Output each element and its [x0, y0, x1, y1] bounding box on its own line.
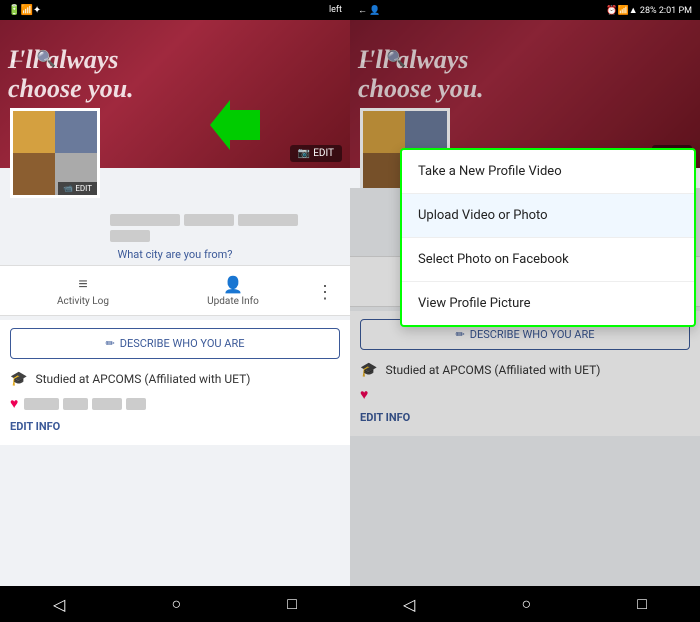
cover-nav-right: ← 🔍 [358, 48, 406, 69]
status-bar-right: ← 👤 ⏰📶▲ 28% 2:01 PM [350, 0, 700, 20]
heart-icon-left: ♥ [10, 395, 18, 412]
describe-label-right: DESCRIBE WHO YOU ARE [470, 328, 595, 341]
describe-btn-left[interactable]: ✏ DESCRIBE WHO YOU ARE [10, 328, 340, 359]
video-icon-left: 📹 [63, 184, 73, 193]
nav-bar-left: ◁ ○ □ [0, 586, 350, 622]
update-info-btn-left[interactable]: 👤 Update Info [158, 271, 308, 311]
update-info-label-left: Update Info [207, 296, 259, 307]
pencil-icon-right: ✏ [456, 328, 465, 341]
name-block-2 [184, 214, 234, 226]
profile-video-dropdown: Take a New Profile Video Upload Video or… [400, 148, 696, 327]
status-bar-right-icons: left [329, 5, 342, 15]
profile-photo-left[interactable]: 📹 EDIT [10, 108, 100, 198]
heart-row-right: ♥ [360, 382, 690, 407]
hb-2 [63, 398, 88, 410]
dropdown-item-0[interactable]: Take a New Profile Video [402, 150, 694, 194]
cover-edit-button-left[interactable]: 📷 EDIT [290, 145, 342, 162]
info-section-left: ✏ DESCRIBE WHO YOU ARE 🎓 Studied at APCO… [0, 320, 350, 445]
school-icon-left: 🎓 [10, 371, 27, 387]
photo-cell-r1 [363, 111, 405, 153]
back-icon-right[interactable]: ← [358, 48, 376, 69]
status-bar-left: 🔋📶✦ left [0, 0, 350, 20]
back-nav-right[interactable]: ◁ [383, 591, 435, 618]
hb-3 [92, 398, 122, 410]
square-nav-right[interactable]: □ [617, 590, 667, 618]
back-icon-left[interactable]: ← [8, 48, 26, 69]
cover-area-left: ← 🔍 I'll alwayschoose you. 📷 EDIT [0, 20, 350, 188]
user-name-area-left [0, 206, 350, 244]
home-nav-right[interactable]: ○ [501, 590, 551, 618]
name-block-4 [110, 230, 150, 242]
android-icons-right: ← 👤 [358, 5, 380, 16]
cover-nav-left: ← 🔍 [8, 48, 56, 69]
studied-text-left: Studied at APCOMS (Affiliated with UET) [35, 372, 250, 386]
hb-1 [24, 398, 59, 410]
cover-edit-label-left: EDIT [313, 148, 334, 159]
status-bar-left-icons: 🔋📶✦ [8, 5, 41, 16]
edit-info-link-right[interactable]: EDIT INFO [360, 407, 690, 428]
dropdown-item-2[interactable]: Select Photo on Facebook [402, 238, 694, 282]
back-nav-left[interactable]: ◁ [33, 591, 85, 618]
dropdown-item-1[interactable]: Upload Video or Photo [402, 194, 694, 238]
camera-icon-left: 📷 [298, 148, 310, 159]
nav-bar-right: ◁ ○ □ [350, 586, 700, 622]
activity-log-btn-left[interactable]: ≡ Activity Log [8, 270, 158, 311]
profile-edit-button-left[interactable]: 📹 EDIT [58, 182, 97, 195]
name-block-1 [110, 214, 180, 226]
status-icons-right-left: ← 👤 [358, 5, 380, 16]
left-panel: 🔋📶✦ left ← 🔍 I'll alwayschoose you. 📷 ED… [0, 0, 350, 622]
info-section-right: ✏ DESCRIBE WHO YOU ARE 🎓 Studied at APCO… [350, 311, 700, 436]
photo-cell-3 [13, 153, 55, 195]
name-block-3 [238, 214, 298, 226]
square-nav-left[interactable]: □ [267, 590, 317, 618]
list-icon-left: ≡ [78, 274, 87, 294]
heart-blocks-left [24, 398, 146, 410]
heart-row-left: ♥ [10, 391, 340, 416]
home-nav-left[interactable]: ○ [151, 590, 201, 618]
profile-photo-frame-left: 📹 EDIT [10, 108, 100, 198]
search-icon-right[interactable]: 🔍 [386, 49, 406, 68]
edit-info-link-left[interactable]: EDIT INFO [10, 416, 340, 437]
right-panel: ← 👤 ⏰📶▲ 28% 2:01 PM ← 🔍 I'll alwayschoos… [350, 0, 700, 622]
studied-text-right: Studied at APCOMS (Affiliated with UET) [385, 363, 600, 377]
dropdown-item-3[interactable]: View Profile Picture [402, 282, 694, 325]
photo-cell-r2 [405, 111, 447, 153]
hb-4 [126, 398, 146, 410]
activity-log-label-left: Activity Log [57, 296, 109, 307]
android-icons: 🔋📶✦ [8, 5, 41, 16]
main-content-left: What city are you from? ≡ Activity Log 👤… [0, 188, 350, 586]
school-icon-right: 🎓 [360, 362, 377, 378]
person-icon-left: 👤 [223, 275, 243, 294]
pencil-icon-left: ✏ [106, 337, 115, 350]
photo-cell-1 [13, 111, 55, 153]
status-time-right: ⏰📶▲ 28% 2:01 PM [606, 5, 692, 16]
city-text-left[interactable]: What city are you from? [0, 244, 350, 265]
status-time-left: left [329, 5, 342, 15]
search-icon-left[interactable]: 🔍 [36, 49, 56, 68]
more-btn-left[interactable]: ⋮ [308, 278, 342, 311]
status-time-right-area: ⏰📶▲ 28% 2:01 PM [606, 5, 692, 16]
describe-label-left: DESCRIBE WHO YOU ARE [120, 337, 245, 350]
heart-icon-right: ♥ [360, 386, 368, 403]
studied-row-left: 🎓 Studied at APCOMS (Affiliated with UET… [10, 367, 340, 391]
photo-cell-2 [55, 111, 97, 153]
profile-edit-label-left: EDIT [75, 184, 92, 193]
action-bar-left: ≡ Activity Log 👤 Update Info ⋮ [0, 265, 350, 316]
studied-row-right: 🎓 Studied at APCOMS (Affiliated with UET… [360, 358, 690, 382]
